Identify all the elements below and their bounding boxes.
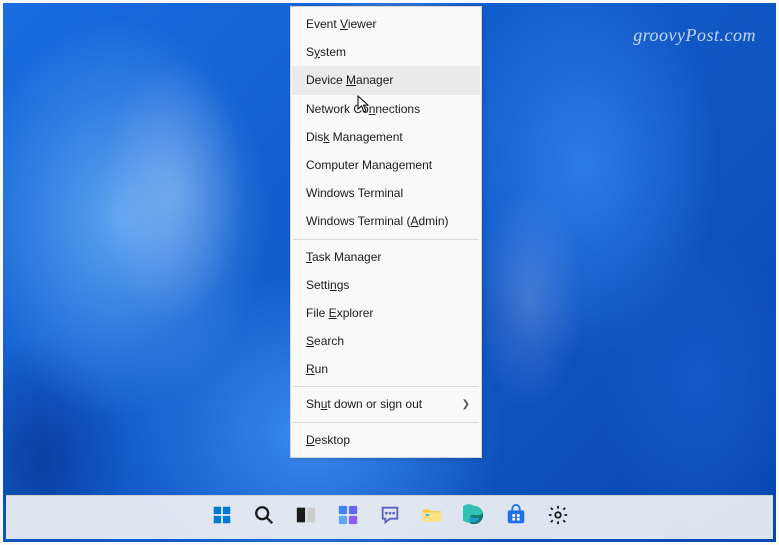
menu-item-label: Windows Terminal [306,185,403,201]
widgets-icon [337,504,359,531]
menu-item[interactable]: Shut down or sign out ❯ [292,390,480,418]
menu-item-label: Shut down or sign out [306,396,422,412]
menu-item-label: Event Viewer [306,16,377,32]
menu-item-label: Computer Management [306,157,432,173]
watermark: groovyPost.com [633,25,756,46]
menu-separator [293,239,479,240]
edge-icon [463,504,485,531]
menu-item[interactable]: System [292,38,480,66]
winx-context-menu: Event Viewer System Device Manager Network … [290,6,482,458]
menu-item-label: Network Connections [306,101,420,117]
menu-item[interactable]: Settings [292,271,480,299]
menu-item-label: Windows Terminal (Admin) [306,213,449,229]
settings-button[interactable] [539,499,577,537]
task-view-icon [295,504,317,531]
store-icon [505,504,527,531]
taskbar [6,495,773,539]
search-icon [253,504,275,531]
menu-item-label: Run [306,361,328,377]
chat-button[interactable] [371,499,409,537]
widgets-button[interactable] [329,499,367,537]
menu-item-label: System [306,44,346,60]
menu-item[interactable]: Task Manager [292,243,480,271]
store-button[interactable] [497,499,535,537]
menu-item[interactable]: Network Connections [292,95,480,123]
menu-item[interactable]: Event Viewer [292,10,480,38]
menu-item[interactable]: Device Manager [292,66,480,94]
menu-item[interactable]: Computer Management [292,151,480,179]
menu-item-label: Task Manager [306,249,381,265]
explorer-button[interactable] [413,499,451,537]
menu-item[interactable]: File Explorer [292,299,480,327]
menu-separator [293,386,479,387]
menu-item-label: File Explorer [306,305,373,321]
menu-item[interactable]: Desktop [292,426,480,454]
menu-item[interactable]: Search [292,327,480,355]
menu-item[interactable]: Windows Terminal [292,179,480,207]
menu-item[interactable]: Run [292,355,480,383]
menu-item[interactable]: Disk Management [292,123,480,151]
menu-item[interactable]: Windows Terminal (Admin) [292,207,480,235]
edge-button[interactable] [455,499,493,537]
menu-separator [293,422,479,423]
start-button[interactable] [203,499,241,537]
menu-item-label: Search [306,333,344,349]
explorer-icon [421,504,443,531]
chat-icon [379,504,401,531]
menu-item-label: Desktop [306,432,350,448]
menu-item-label: Device Manager [306,72,393,88]
start-icon [211,504,233,531]
menu-item-label: Settings [306,277,349,293]
settings-icon [547,504,569,531]
search-button[interactable] [245,499,283,537]
chevron-right-icon: ❯ [462,398,470,412]
menu-item-label: Disk Management [306,129,403,145]
task-view-button[interactable] [287,499,325,537]
